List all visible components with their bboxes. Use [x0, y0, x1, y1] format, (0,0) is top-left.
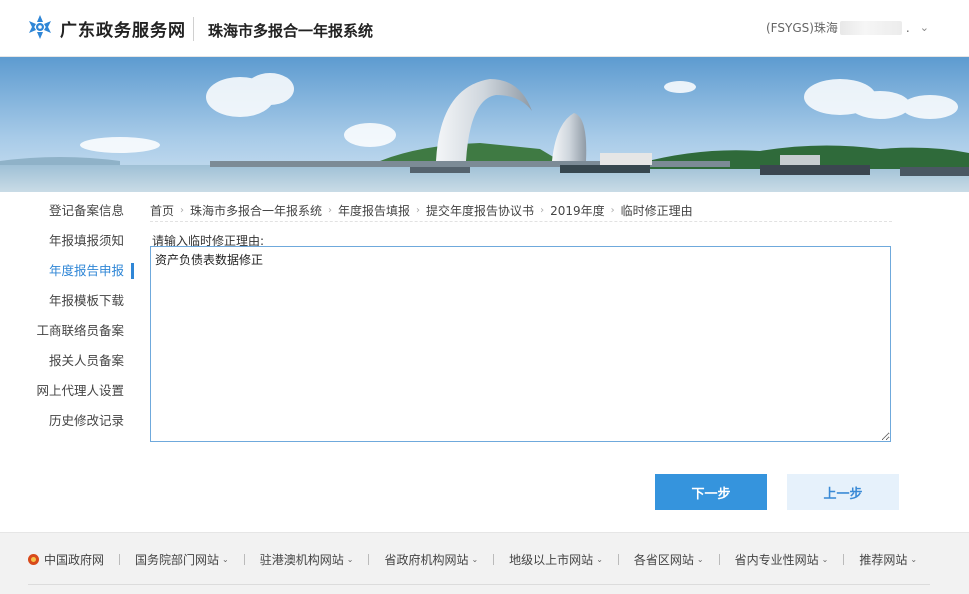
footer-link-label: 中国政府网	[44, 553, 105, 567]
footer-link-hk-macau[interactable]: 驻港澳机构网站 ⌄	[260, 551, 354, 568]
footer-link-provincial-gov[interactable]: 省政府机构网站 ⌄	[384, 551, 478, 568]
top-header: 广东政务服务网 珠海市多报合一年报系统 (FSYGS)珠海 . ⌄	[0, 0, 969, 57]
footer-divider	[843, 554, 845, 565]
breadcrumb-report-filing[interactable]: 年度报告填报	[338, 202, 410, 219]
sidebar-item-liaison-filing[interactable]: 工商联络员备案	[0, 316, 134, 346]
user-menu[interactable]: (FSYGS)珠海 . ⌄	[766, 19, 929, 36]
reason-textarea[interactable]: 资产负债表数据修正	[150, 246, 891, 442]
chevron-right-icon: ›	[540, 205, 545, 216]
sidebar-item-customs-staff[interactable]: 报关人员备案	[0, 346, 134, 376]
chevron-down-icon: ⌄	[696, 555, 704, 564]
system-title: 珠海市多报合一年报系统	[208, 22, 374, 40]
footer-link-recommended[interactable]: 推荐网站 ⌄	[859, 551, 917, 568]
chevron-down-icon: ⌄	[910, 555, 918, 564]
sidebar-item-template-download[interactable]: 年报模板下载	[0, 286, 134, 316]
footer-link-gov-cn[interactable]: 中国政府网	[28, 551, 104, 568]
footer-link-professional[interactable]: 省内专业性网站 ⌄	[735, 551, 829, 568]
footer-divider	[368, 554, 370, 565]
user-name-suffix: .	[905, 20, 910, 35]
breadcrumb-current: 临时修正理由	[620, 204, 693, 218]
footer-link-label: 地级以上市网站	[509, 553, 594, 567]
footer-link-label: 驻港澳机构网站	[259, 553, 344, 567]
footer-links: 中国政府网 国务院部门网站 ⌄ 驻港澳机构网站 ⌄ 省政府机构网站 ⌄ 地级以上市网站…	[28, 551, 917, 568]
chevron-down-icon: ⌄	[471, 555, 479, 564]
chevron-down-icon[interactable]: ⌄	[920, 21, 929, 34]
chevron-right-icon: ›	[610, 205, 615, 216]
user-name-redacted	[839, 20, 902, 35]
breadcrumb-agreement[interactable]: 提交年度报告协议书	[426, 202, 534, 219]
footer-link-label: 各省区网站	[633, 553, 694, 567]
national-emblem-icon	[28, 554, 39, 565]
footer-link-label: 推荐网站	[859, 553, 908, 567]
banner-image	[0, 57, 969, 192]
chevron-down-icon: ⌄	[346, 555, 354, 564]
footer-link-label: 国务院部门网站	[135, 553, 220, 567]
chevron-right-icon: ›	[180, 205, 185, 216]
footer-link-label: 省内专业性网站	[734, 553, 819, 567]
previous-step-button[interactable]: 上一步	[787, 474, 899, 510]
footer-link-cities[interactable]: 地级以上市网站 ⌄	[509, 551, 603, 568]
footer-divider	[243, 554, 245, 565]
chevron-down-icon: ⌄	[222, 555, 229, 564]
chevron-down-icon: ⌄	[596, 555, 603, 564]
sidebar-item-filing-notice[interactable]: 年报填报须知	[0, 226, 134, 256]
footer-divider	[718, 554, 720, 565]
user-name-prefix: (FSYGS)珠海	[766, 21, 838, 35]
breadcrumb-year[interactable]: 2019年度	[550, 202, 605, 219]
sidebar-item-history[interactable]: 历史修改记录	[0, 406, 134, 436]
footer-divider	[119, 554, 121, 565]
chevron-right-icon: ›	[328, 205, 333, 216]
footer: 中国政府网 国务院部门网站 ⌄ 驻港澳机构网站 ⌄ 省政府机构网站 ⌄ 地级以上市网站…	[0, 532, 969, 594]
footer-link-state-council[interactable]: 国务院部门网站 ⌄	[135, 551, 229, 568]
footer-divider	[493, 554, 495, 565]
guangdong-logo-icon[interactable]	[28, 14, 52, 40]
brand-name[interactable]: 广东政务服务网	[60, 16, 186, 41]
footer-divider	[617, 554, 619, 565]
chevron-down-icon: ⌄	[821, 555, 829, 564]
header-divider	[193, 17, 194, 41]
breadcrumb-home[interactable]: 首页	[150, 202, 174, 219]
breadcrumb-system[interactable]: 珠海市多报合一年报系统	[190, 202, 322, 219]
sidebar-item-annual-report[interactable]: 年度报告申报	[0, 256, 134, 286]
sidebar-nav: 登记备案信息 年报填报须知 年度报告申报 年报模板下载 工商联络员备案 报关人员…	[0, 196, 134, 436]
footer-divider-line	[28, 584, 930, 585]
footer-link-provinces[interactable]: 各省区网站 ⌄	[634, 551, 704, 568]
chevron-right-icon: ›	[416, 205, 421, 216]
sidebar-item-registration-info[interactable]: 登记备案信息	[0, 196, 134, 226]
breadcrumb: 首页 › 珠海市多报合一年报系统 › 年度报告填报 › 提交年度报告协议书 › …	[150, 200, 892, 222]
next-step-button[interactable]: 下一步	[655, 474, 767, 510]
footer-link-label: 省政府机构网站	[384, 553, 469, 567]
sidebar-item-agent-settings[interactable]: 网上代理人设置	[0, 376, 134, 406]
